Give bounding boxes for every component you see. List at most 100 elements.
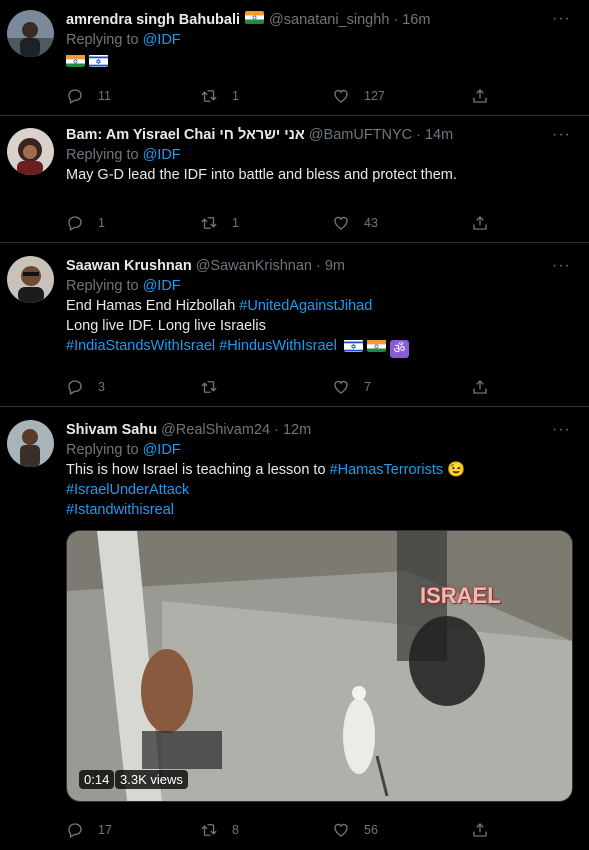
tweet-actions: 17 8 56 bbox=[66, 821, 589, 843]
hashtag-link[interactable]: #Istandwithisreal bbox=[66, 502, 174, 518]
avatar[interactable] bbox=[7, 420, 54, 467]
share-icon bbox=[471, 87, 489, 105]
author-handle[interactable]: @BamUFTNYC bbox=[309, 127, 412, 143]
separator-dot: · bbox=[274, 422, 279, 438]
video-views: 3.3K views bbox=[115, 770, 188, 789]
video-player[interactable]: ISRAEL 0:14 3.3K views bbox=[66, 530, 573, 802]
like-icon bbox=[332, 87, 350, 105]
retweet-count: 1 bbox=[232, 89, 239, 103]
more-options-icon[interactable]: ··· bbox=[552, 10, 571, 28]
like-count: 127 bbox=[364, 89, 385, 103]
replying-to: Replying to @IDF bbox=[66, 278, 577, 294]
separator-dot: · bbox=[393, 12, 399, 28]
reply-button[interactable]: 1 bbox=[66, 214, 105, 232]
replying-label: Replying to bbox=[66, 147, 139, 163]
avatar[interactable] bbox=[7, 128, 54, 175]
replying-to: Replying to @IDF bbox=[66, 147, 577, 163]
like-button[interactable]: 127 bbox=[332, 87, 385, 105]
like-count: 7 bbox=[364, 380, 371, 394]
retweet-icon bbox=[200, 214, 218, 232]
reply-button[interactable]: 17 bbox=[66, 821, 112, 839]
hashtag-link[interactable]: #HamasTerrorists bbox=[330, 462, 444, 478]
tweet-time[interactable]: 12m bbox=[283, 422, 311, 438]
tweet-3[interactable]: Saawan Krushnan @SawanKrishnan · 9m ··· … bbox=[0, 243, 589, 407]
like-button[interactable]: 7 bbox=[332, 378, 371, 396]
reply-icon bbox=[66, 87, 84, 105]
like-count: 43 bbox=[364, 216, 378, 230]
retweet-icon bbox=[200, 821, 218, 839]
share-icon bbox=[471, 821, 489, 839]
author-handle[interactable]: @SawanKrishnan bbox=[196, 258, 312, 274]
author-name[interactable]: amrendra singh Bahubali bbox=[66, 12, 240, 28]
avatar[interactable] bbox=[7, 10, 54, 57]
tweet-text: This is how Israel is teaching a lesson … bbox=[66, 460, 577, 520]
share-button[interactable] bbox=[471, 87, 503, 105]
more-options-icon[interactable]: ··· bbox=[552, 421, 571, 439]
reply-button[interactable]: 11 bbox=[66, 87, 111, 105]
wink-emoji-icon: 😉 bbox=[447, 462, 466, 478]
tweet-time[interactable]: 16m bbox=[402, 12, 430, 28]
replying-label: Replying to bbox=[66, 442, 139, 458]
share-button[interactable] bbox=[471, 821, 503, 839]
share-button[interactable] bbox=[471, 378, 503, 396]
tweet-actions: 1 1 43 bbox=[66, 214, 589, 236]
tweet-4[interactable]: Shivam Sahu @RealShivam24 · 12m ··· Repl… bbox=[0, 407, 589, 850]
replying-to-link[interactable]: @IDF bbox=[143, 442, 181, 458]
retweet-button[interactable] bbox=[200, 378, 232, 396]
like-icon bbox=[332, 214, 350, 232]
israel-flag-icon bbox=[344, 339, 363, 352]
replying-to: Replying to @IDF bbox=[66, 442, 577, 458]
replying-label: Replying to bbox=[66, 278, 139, 294]
reply-icon bbox=[66, 378, 84, 396]
avatar[interactable] bbox=[7, 256, 54, 303]
like-icon bbox=[332, 378, 350, 396]
more-options-icon[interactable]: ··· bbox=[552, 257, 571, 275]
replying-to-link[interactable]: @IDF bbox=[143, 32, 181, 48]
hashtag-link[interactable]: #HindusWithIsrael bbox=[219, 338, 337, 354]
retweet-icon bbox=[200, 87, 218, 105]
share-button[interactable] bbox=[471, 214, 503, 232]
reply-icon bbox=[66, 214, 84, 232]
author-name[interactable]: Shivam Sahu bbox=[66, 422, 157, 438]
separator-dot: · bbox=[316, 258, 321, 274]
author-name[interactable]: Bam: Am Yisrael Chai אני ישראל חי bbox=[66, 127, 305, 143]
tweet-time[interactable]: 14m bbox=[425, 127, 453, 143]
india-flag-icon bbox=[245, 11, 264, 24]
tweet-time[interactable]: 9m bbox=[325, 258, 345, 274]
tweet-1[interactable]: amrendra singh Bahubali @sanatani_singhh… bbox=[0, 0, 589, 116]
reply-count: 1 bbox=[98, 216, 105, 230]
reply-button[interactable]: 3 bbox=[66, 378, 105, 396]
reply-count: 3 bbox=[98, 380, 105, 394]
text-line: Long live IDF. Long live Israelis bbox=[66, 318, 266, 334]
replying-to-link[interactable]: @IDF bbox=[143, 147, 181, 163]
like-button[interactable]: 56 bbox=[332, 821, 378, 839]
text-segment: This is how Israel is teaching a lesson … bbox=[66, 462, 330, 478]
india-flag-icon bbox=[367, 339, 386, 352]
tweet-text bbox=[66, 51, 577, 71]
video-frame bbox=[67, 531, 572, 801]
author-name[interactable]: Saawan Krushnan bbox=[66, 258, 192, 274]
retweet-count: 1 bbox=[232, 216, 239, 230]
retweet-button[interactable]: 1 bbox=[200, 214, 239, 232]
reply-icon bbox=[66, 821, 84, 839]
retweet-count: 8 bbox=[232, 823, 239, 837]
separator-dot: · bbox=[416, 127, 421, 143]
author-handle[interactable]: @sanatani_singhh bbox=[269, 12, 389, 28]
retweet-button[interactable]: 1 bbox=[200, 87, 239, 105]
like-button[interactable]: 43 bbox=[332, 214, 378, 232]
retweet-button[interactable]: 8 bbox=[200, 821, 239, 839]
more-options-icon[interactable]: ··· bbox=[552, 126, 571, 144]
hashtag-link[interactable]: #UnitedAgainstJihad bbox=[239, 298, 372, 314]
tweet-2[interactable]: Bam: Am Yisrael Chai אני ישראל חי @BamUF… bbox=[0, 116, 589, 243]
tweet-actions: 11 1 127 bbox=[66, 87, 589, 109]
hashtag-link[interactable]: #IsraelUnderAttack bbox=[66, 482, 189, 498]
replying-to: Replying to @IDF bbox=[66, 32, 577, 48]
replying-label: Replying to bbox=[66, 32, 139, 48]
video-duration: 0:14 bbox=[79, 770, 115, 789]
tweet-text: May G-D lead the IDF into battle and ble… bbox=[66, 167, 457, 183]
om-symbol-icon: ॐ bbox=[389, 340, 409, 358]
reply-count: 11 bbox=[98, 89, 111, 103]
hashtag-link[interactable]: #IndiaStandsWithIsrael bbox=[66, 338, 215, 354]
author-handle[interactable]: @RealShivam24 bbox=[161, 422, 270, 438]
replying-to-link[interactable]: @IDF bbox=[143, 278, 181, 294]
